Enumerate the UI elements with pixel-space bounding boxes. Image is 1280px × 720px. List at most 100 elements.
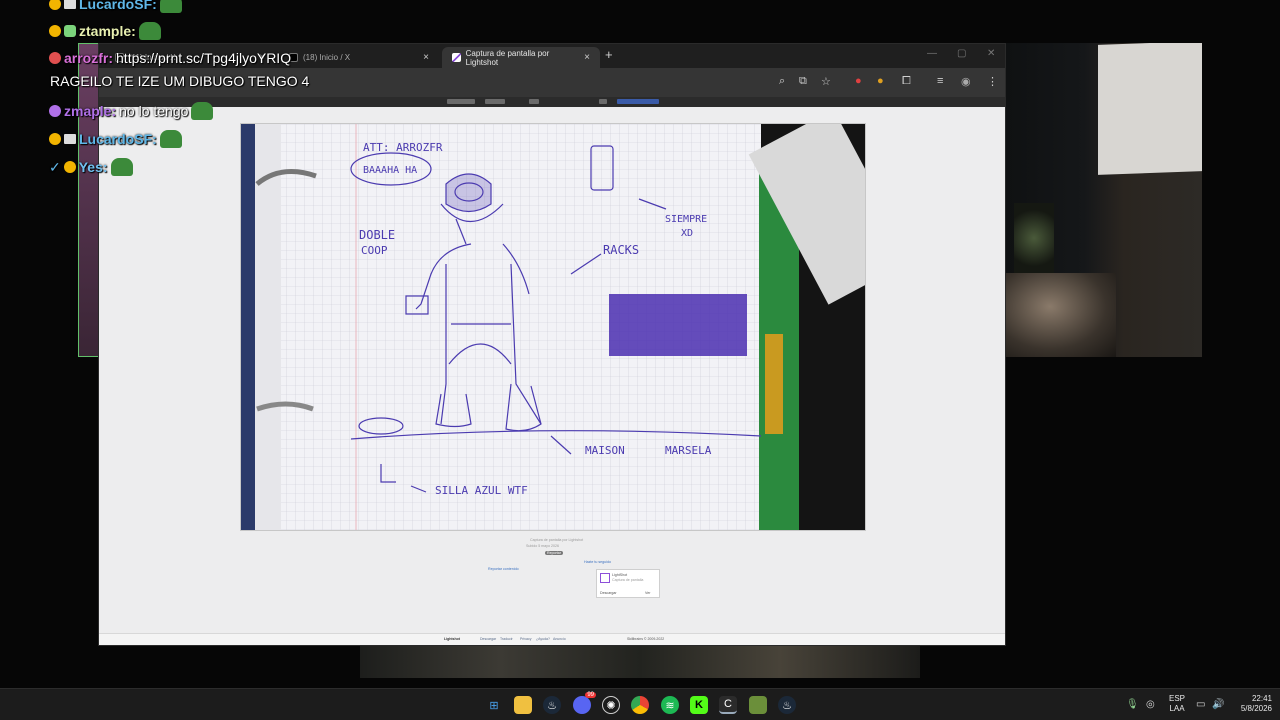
notebook-drawing: ATT: ARROZFR BAAAHA HA DOBLE COOP SIEMPR… xyxy=(241,124,865,530)
close-tab-icon[interactable]: × xyxy=(584,52,590,63)
pepe-emote-icon xyxy=(110,158,133,176)
drawing-siempre-text: SIEMPRE xyxy=(665,214,707,225)
chat-text[interactable]: https://prnt.sc/Tpg4jlyoYRIQ xyxy=(116,50,291,66)
windows-icon[interactable]: ⊞ xyxy=(485,696,503,714)
date: 5/8/2026 xyxy=(1240,704,1272,713)
emoji-badge-icon xyxy=(49,133,61,145)
extension-red-icon[interactable]: ● xyxy=(855,75,862,87)
discord-icon[interactable]: 99 xyxy=(573,692,596,714)
page-footer: Lightshot Descargar Traducir Privacy ¿Ay… xyxy=(99,633,1005,645)
close-tab-icon[interactable]: × xyxy=(423,52,429,63)
right-link[interactable]: Hazte tu seguido xyxy=(584,560,611,564)
footer-copyright: Skillbrains © 2009-2022 xyxy=(627,637,665,641)
language-code: ESP xyxy=(1168,694,1185,703)
card-view-button[interactable]: Ver xyxy=(645,591,650,595)
desktop: (11) Inicio / X × (18) Inicio / X × Capt… xyxy=(0,0,1280,720)
check-badge-icon: ✓ xyxy=(49,158,61,175)
time: 22:41 xyxy=(1251,694,1272,703)
caption-title: Captura de pantalla por Lightshot xyxy=(530,538,584,542)
chat-message: ztample: xyxy=(49,22,161,40)
close-window-icon[interactable]: ✕ xyxy=(987,48,995,59)
drawing-doble-text: DOBLE xyxy=(359,228,395,242)
footer-link[interactable]: Privacy xyxy=(520,637,531,641)
emoji-badge-icon xyxy=(49,105,61,117)
report-button[interactable]: Reportar xyxy=(545,551,563,555)
cast-icon[interactable]: ⧉ xyxy=(799,75,807,88)
left-link[interactable]: Reportar contenido xyxy=(488,567,519,571)
clock[interactable]: 22:41 5/8/2026 xyxy=(1232,694,1272,714)
screenshot-image[interactable]: ATT: ARROZFR BAAAHA HA DOBLE COOP SIEMPR… xyxy=(240,123,866,531)
card-subtitle: Captura de pantalla xyxy=(612,578,644,582)
bookmark-item[interactable] xyxy=(529,99,539,104)
drawing-coop-text: COOP xyxy=(361,244,388,257)
card-title: LightShot xyxy=(612,573,628,577)
avatar[interactable]: ◉ xyxy=(961,75,971,88)
emoji-badge-icon xyxy=(49,0,61,10)
openai-icon[interactable]: ✺ xyxy=(602,696,620,714)
extension-icon[interactable]: ⧠ xyxy=(902,75,911,88)
emoji-badge-icon xyxy=(49,25,61,37)
bookmark-item[interactable] xyxy=(447,99,475,104)
chat-message: ✓ Yes: xyxy=(49,158,133,176)
webcam-bottom-view xyxy=(360,646,920,678)
pepe-emote-icon xyxy=(138,22,161,40)
chat-username: LucardoSF: xyxy=(79,131,157,147)
chat-message: zmaple: no lo tengo xyxy=(49,102,214,120)
tab-label: Captura de pantalla por Lightshot xyxy=(465,48,550,67)
bookmark-item[interactable] xyxy=(617,99,659,104)
search-icon[interactable]: ⌕ xyxy=(779,75,785,88)
lightshot-feather-icon xyxy=(452,53,461,62)
drawing-racks-text: RACKS xyxy=(603,243,639,257)
chat-message: RAGEILO TE IZE UM DIBUGO TENGO 4 xyxy=(50,73,309,89)
volume-icon[interactable]: 🔊 xyxy=(1212,699,1224,710)
chat-message: LucardoSF: xyxy=(49,130,182,148)
webcam-room-view xyxy=(1006,43,1202,357)
minecraft-icon[interactable] xyxy=(749,696,767,714)
chat-username: arrozfr: xyxy=(64,50,114,66)
star-icon[interactable]: ☆ xyxy=(821,75,831,88)
stream-chat-overlay: LucardoSF: ztample: arrozfr: https://prn… xyxy=(49,0,389,180)
new-tab-icon[interactable]: + xyxy=(605,47,613,62)
menu-icon[interactable]: ⋮ xyxy=(987,75,998,88)
kick-icon[interactable]: K xyxy=(690,696,708,714)
steam2-icon[interactable]: ♨ xyxy=(778,696,796,714)
envelope-badge-icon xyxy=(64,0,76,9)
lightshot-feather-icon xyxy=(600,573,610,583)
chat-username: LucardoSF: xyxy=(79,0,157,12)
windows-taskbar: ⊞ ♨ 99 ✺ ≋ K C ♨ 🎙 ◎ ESP LAA ▭ 🔊 22:41 5… xyxy=(0,688,1280,720)
reading-list-icon[interactable]: ≡ xyxy=(937,75,943,87)
network-icon[interactable]: ◎ xyxy=(1146,699,1155,710)
chrome-canary-icon[interactable]: C xyxy=(719,696,737,714)
chat-username: ztample: xyxy=(79,23,136,39)
chrome-icon[interactable] xyxy=(631,696,649,714)
chat-text: RAGEILO TE IZE UM DIBUGO TENGO 4 xyxy=(50,73,310,89)
footer-brand[interactable]: Lightshot xyxy=(444,637,460,641)
maximize-icon[interactable]: ▢ xyxy=(957,48,966,59)
footer-link[interactable]: ¿Ayuda? xyxy=(536,637,550,641)
language-sub: LAA xyxy=(1169,704,1185,713)
tab-lightshot[interactable]: Captura de pantalla por Lightshot × xyxy=(442,47,600,68)
caption-date: Subido 5 mayo 2026 xyxy=(526,544,559,548)
bookmark-item[interactable] xyxy=(485,99,505,104)
spotify-icon[interactable]: ≋ xyxy=(661,696,679,714)
chat-message: LucardoSF: xyxy=(49,0,182,13)
footer-link[interactable]: Anuncio xyxy=(553,637,566,641)
minimize-icon[interactable]: — xyxy=(927,48,937,59)
lightshot-promo-card[interactable]: LightShot Captura de pantalla Descargar … xyxy=(596,569,660,598)
steam-icon[interactable]: ♨ xyxy=(543,696,561,714)
extension-orange-icon[interactable]: ● xyxy=(877,75,884,87)
pepe-emote-icon xyxy=(159,130,182,148)
chat-username: Yes: xyxy=(78,159,108,175)
discord-badge: 99 xyxy=(585,692,596,698)
bookmark-item[interactable] xyxy=(599,99,607,104)
language-indicator[interactable]: ESP LAA xyxy=(1166,694,1188,714)
footer-link[interactable]: Traducir xyxy=(500,637,513,641)
display-icon[interactable]: ▭ xyxy=(1196,699,1205,710)
footer-link[interactable]: Descargar xyxy=(480,637,496,641)
lightshot-page: ATT: ARROZFR BAAAHA HA DOBLE COOP SIEMPR… xyxy=(99,107,1005,633)
card-download-button[interactable]: Descargar xyxy=(600,591,617,595)
pepe-emote-icon xyxy=(159,0,182,13)
folder-icon[interactable] xyxy=(514,696,532,714)
microphone-icon[interactable]: 🎙 xyxy=(1126,699,1139,710)
mod-badge-icon xyxy=(49,52,61,64)
